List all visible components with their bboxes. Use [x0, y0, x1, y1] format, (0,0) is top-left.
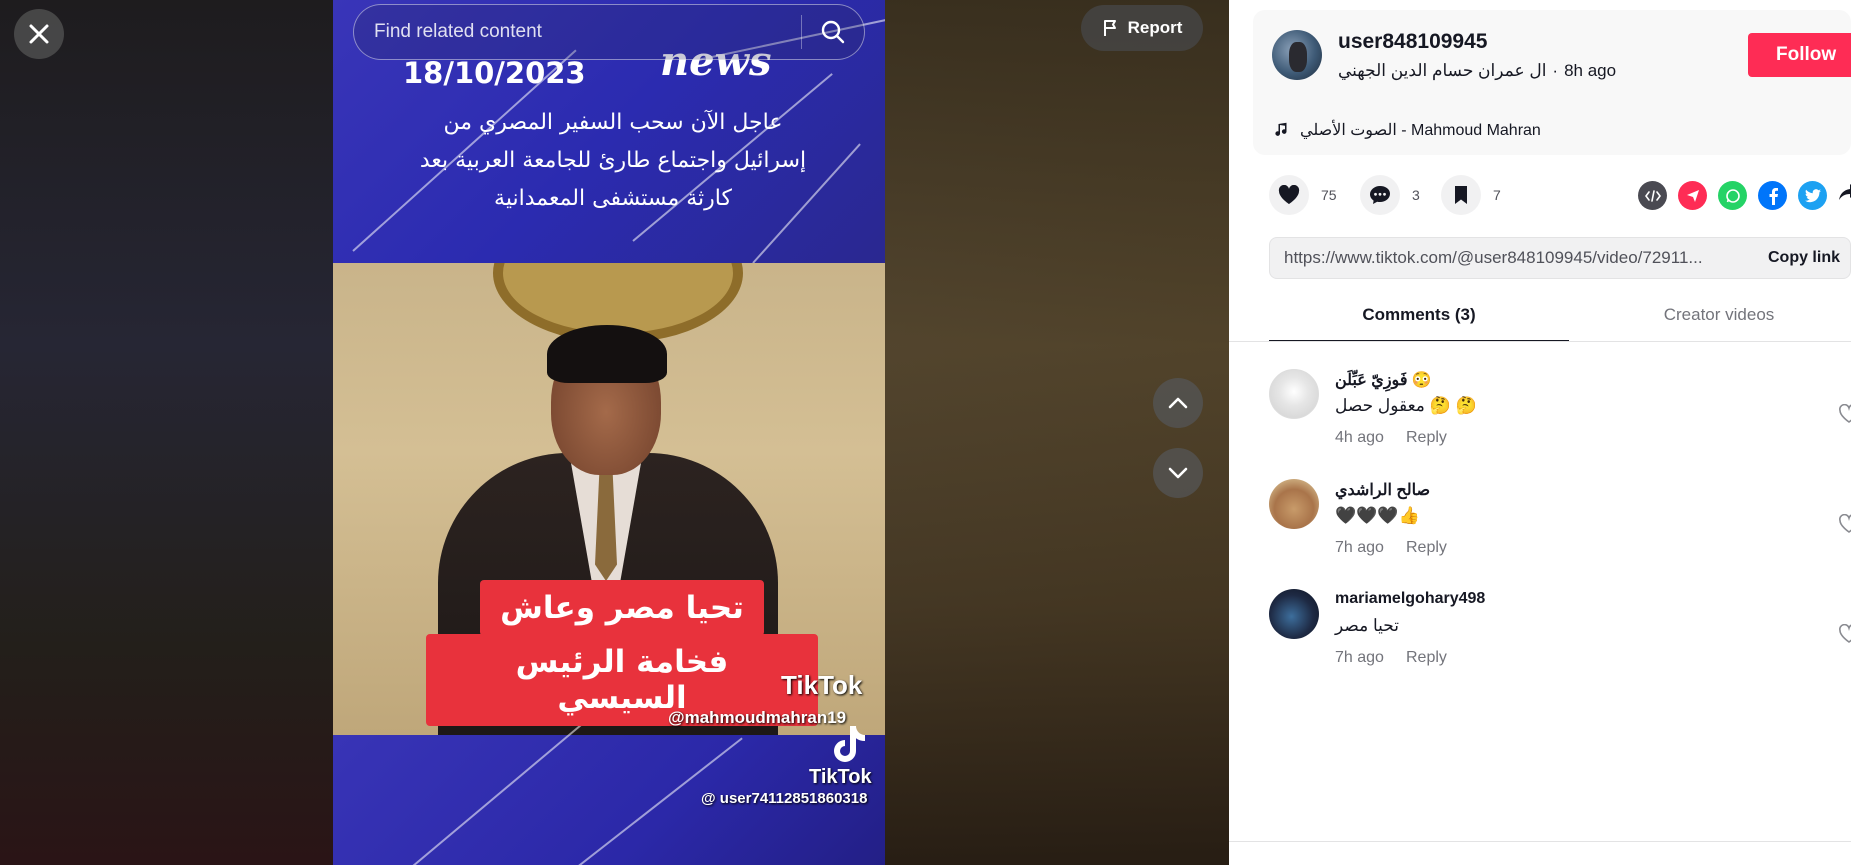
comment-icon — [1370, 186, 1390, 204]
comment-input-divider — [1229, 841, 1851, 842]
tiktok-watermark: TikTok — [781, 670, 863, 700]
share-more-button[interactable] — [1838, 181, 1851, 210]
video-player[interactable]: 18/10/2023 news عاجل الآن سحب السفير الم… — [333, 0, 885, 865]
author-subline: ال عمران حسام الدين الجهني · 8h ago — [1338, 61, 1617, 80]
comment-like-icon[interactable] — [1839, 514, 1851, 534]
commenter-name[interactable]: mariamelgohary498 — [1335, 590, 1485, 608]
bookmark-icon — [1455, 186, 1467, 204]
send-to-friends-icon — [1686, 189, 1699, 202]
comment-time: 7h ago — [1335, 649, 1384, 666]
video-headline-text: عاجل الآن سحب السفير المصري من إسرائيل و… — [419, 110, 807, 211]
whatsapp-icon — [1725, 188, 1740, 203]
video-link-box: https://www.tiktok.com/@user848109945/vi… — [1269, 237, 1851, 279]
watermark-username-2: @ user74112851860318 — [701, 790, 868, 807]
like-count: 75 — [1321, 187, 1337, 203]
report-button[interactable]: Report — [1081, 5, 1203, 51]
video-date-text: 18/10/2023 — [403, 56, 586, 90]
video-link-text[interactable]: https://www.tiktok.com/@user848109945/vi… — [1270, 248, 1754, 268]
next-video-button[interactable] — [1153, 448, 1203, 498]
comment-button[interactable]: 3 — [1360, 175, 1420, 215]
watermark-username: @mahmoudmahran19 — [668, 708, 847, 727]
favorite-button[interactable]: 7 — [1441, 175, 1501, 215]
video-caption-line1: تحيا مصر وعاش — [480, 580, 764, 636]
commenter-avatar[interactable] — [1269, 589, 1319, 639]
like-button[interactable]: 75 — [1269, 175, 1337, 215]
send-to-friends-button[interactable] — [1678, 181, 1707, 210]
tiktok-logo-icon — [823, 720, 873, 768]
facebook-button[interactable] — [1758, 181, 1787, 210]
music-link[interactable]: الصوت الأصلي - Mahmoud Mahran — [1274, 120, 1541, 140]
video-caption: تحيا مصر وعاش فخامة الرئيس السيسي — [426, 580, 818, 726]
avatar[interactable] — [1272, 30, 1322, 80]
search-input[interactable] — [354, 21, 801, 43]
reply-button[interactable]: Reply — [1406, 429, 1447, 447]
search-icon — [821, 20, 845, 44]
commenter-avatar[interactable] — [1269, 369, 1319, 419]
tiktok-watermark-2: TikTok — [809, 766, 872, 788]
comment-text: تحيا مصر — [1335, 616, 1399, 635]
comment-text: معقول حصل 🤔 🤔 — [1335, 396, 1477, 415]
tab-comments[interactable]: Comments (3) — [1269, 297, 1569, 342]
comment-like-icon[interactable] — [1839, 624, 1851, 644]
close-icon — [29, 24, 49, 44]
whatsapp-button[interactable] — [1718, 181, 1747, 210]
share-more-icon — [1839, 184, 1851, 200]
comment-time: 4h ago — [1335, 429, 1384, 446]
embed-button[interactable] — [1638, 181, 1667, 210]
twitter-button[interactable] — [1798, 181, 1827, 210]
tabs-divider — [1229, 341, 1851, 342]
flag-icon — [1103, 20, 1116, 36]
comment-text: 🖤🖤🖤👍 — [1335, 506, 1420, 525]
embed-icon — [1644, 189, 1661, 202]
comment-time: 7h ago — [1335, 539, 1384, 556]
chevron-up-icon — [1168, 397, 1188, 409]
search-bar[interactable] — [353, 4, 865, 60]
heart-icon — [1278, 185, 1300, 204]
comment-item: فَوزِيّ عَبِّلَن 😳 معقول حصل 🤔 🤔 4h ago … — [1269, 369, 1851, 459]
comment-item: صالح الراشدي 🖤🖤🖤👍 7h ago Reply — [1269, 479, 1851, 569]
report-label: Report — [1127, 18, 1183, 37]
previous-video-button[interactable] — [1153, 378, 1203, 428]
search-button[interactable] — [802, 5, 864, 59]
comment-like-icon[interactable] — [1839, 404, 1851, 424]
twitter-icon — [1804, 188, 1821, 202]
reply-button[interactable]: Reply — [1406, 649, 1447, 667]
author-display-name: ال عمران حسام الدين الجهني — [1338, 61, 1547, 80]
commenter-avatar[interactable] — [1269, 479, 1319, 529]
music-note-icon — [1275, 122, 1287, 136]
video-stage: 18/10/2023 news عاجل الآن سحب السفير الم… — [0, 0, 1229, 865]
blurred-backdrop-right — [885, 0, 1229, 865]
chevron-down-icon — [1168, 467, 1188, 479]
post-time: 8h ago — [1564, 61, 1617, 80]
tab-creator-videos[interactable]: Creator videos — [1569, 297, 1851, 342]
follow-button[interactable]: Follow — [1748, 33, 1851, 77]
reply-button[interactable]: Reply — [1406, 539, 1447, 557]
commenter-name[interactable]: صالح الراشدي — [1335, 480, 1430, 500]
author-card: user848109945 ال عمران حسام الدين الجهني… — [1253, 10, 1851, 155]
facebook-icon — [1769, 187, 1778, 205]
panel-tabs: Comments (3) Creator videos — [1269, 297, 1851, 342]
blurred-backdrop-left — [0, 0, 333, 865]
copy-link-button[interactable]: Copy link — [1754, 249, 1850, 267]
close-button[interactable] — [14, 9, 64, 59]
author-username[interactable]: user848109945 — [1338, 30, 1487, 54]
favorite-count: 7 — [1493, 187, 1501, 203]
comment-count: 3 — [1412, 187, 1420, 203]
commenter-name[interactable]: فَوزِيّ عَبِّلَن 😳 — [1335, 370, 1432, 390]
details-panel: user848109945 ال عمران حسام الدين الجهني… — [1229, 0, 1851, 865]
comment-item: mariamelgohary498 تحيا مصر 7h ago Reply — [1269, 589, 1851, 679]
music-title: الصوت الأصلي - Mahmoud Mahran — [1300, 122, 1541, 139]
